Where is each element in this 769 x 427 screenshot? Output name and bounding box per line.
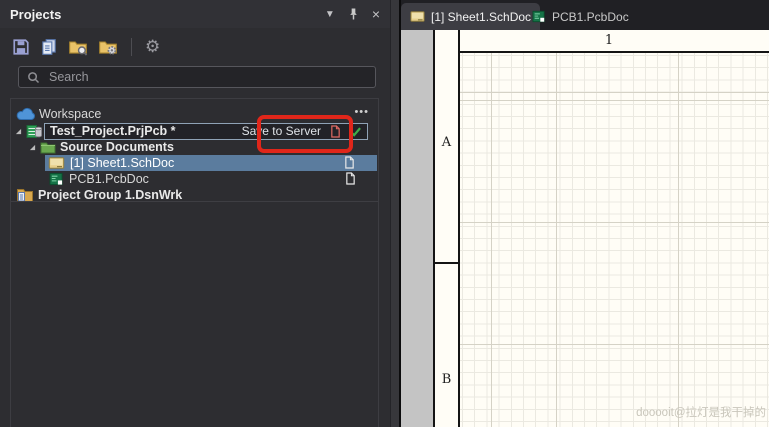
modified-document-icon [330, 124, 341, 138]
project-group-label: Project Group 1.DsnWrk [38, 188, 183, 202]
schematic-doc-icon [48, 157, 65, 169]
panel-dropdown-icon[interactable]: ▼ [325, 9, 335, 20]
projects-panel-header: Projects ▼ × [0, 0, 390, 28]
projects-panel: Projects ▼ × ⚙ Search Workspace ••• Test… [0, 0, 390, 427]
schematic-viewport[interactable]: 1 A B dooooit@拉灯是我干掉的 [401, 30, 769, 427]
source-documents-label: Source Documents [60, 140, 174, 154]
pcb-doc-icon [49, 172, 64, 186]
tree-row-sheet1[interactable]: [1] Sheet1.SchDoc [45, 155, 377, 171]
zone-label-1: 1 [604, 33, 614, 48]
panel-close-icon[interactable]: × [372, 6, 380, 22]
expand-triangle-icon[interactable] [15, 128, 22, 135]
project-label: Test_Project.PrjPcb * [50, 124, 176, 138]
tree-divider [11, 201, 378, 202]
save-icon[interactable] [12, 38, 30, 56]
sheet-zone-divider [435, 262, 458, 264]
tree-row-workspace[interactable]: Workspace ••• [11, 106, 378, 122]
project-group-icon [15, 188, 34, 202]
search-input[interactable] [47, 69, 367, 85]
project-row-box[interactable]: Test_Project.PrjPcb * Save to Server [44, 122, 368, 140]
tab-label: PCB1.PcbDoc [552, 9, 629, 24]
expand-triangle-icon[interactable] [29, 144, 36, 151]
panel-pin-icon[interactable] [348, 7, 359, 21]
tree-row-project[interactable]: Test_Project.PrjPcb * Save to Server [11, 122, 378, 140]
pcb-doc-icon [532, 10, 546, 23]
cloud-icon [16, 107, 36, 121]
tree-row-pcb1[interactable]: PCB1.PcbDoc [11, 171, 378, 187]
panel-toolbar: ⚙ [12, 35, 160, 59]
save-to-server-button[interactable]: Save to Server [242, 124, 321, 138]
search-box[interactable] [18, 66, 376, 88]
zone-label-b: B [441, 372, 452, 387]
pcb1-label: PCB1.PcbDoc [69, 172, 149, 186]
project-options-folder-icon[interactable] [98, 38, 118, 56]
checkmark-icon [349, 126, 362, 137]
search-icon [27, 71, 40, 84]
workspace-menu-icon[interactable]: ••• [354, 106, 369, 118]
open-project-folder-icon[interactable] [68, 38, 88, 56]
zone-label-a: A [441, 135, 452, 150]
altium-window: Projects ▼ × ⚙ Search Workspace ••• Test… [0, 0, 769, 427]
copy-documents-icon[interactable] [40, 38, 58, 56]
tree-row-source-documents[interactable]: Source Documents [11, 139, 378, 155]
projects-tree: Workspace ••• Test_Project.PrjPcb * Save… [10, 98, 379, 427]
tab-pcb1-pcbdoc[interactable]: PCB1.PcbDoc [523, 3, 638, 30]
tab-sheet1-schdoc[interactable]: [1] Sheet1.SchDoc [401, 3, 541, 30]
document-status-icon [345, 172, 356, 185]
panel-title: Projects [10, 6, 62, 22]
document-tabbar: [1] Sheet1.SchDoc PCB1.PcbDoc [401, 0, 769, 30]
settings-gear-icon[interactable]: ⚙ [145, 38, 160, 56]
workspace-label: Workspace [39, 107, 102, 121]
document-status-icon [344, 156, 355, 169]
watermark-text: dooooit@拉灯是我干掉的 [636, 407, 766, 419]
sheet1-label: [1] Sheet1.SchDoc [70, 156, 175, 170]
sheet-grid[interactable] [460, 53, 769, 427]
tab-label: [1] Sheet1.SchDoc [431, 9, 532, 24]
schematic-sheet[interactable]: 1 A B dooooit@拉灯是我干掉的 [433, 30, 769, 427]
project-pcb-icon [26, 124, 42, 139]
folder-icon [40, 141, 56, 154]
toolbar-separator [131, 38, 132, 56]
schematic-doc-icon [410, 11, 425, 22]
